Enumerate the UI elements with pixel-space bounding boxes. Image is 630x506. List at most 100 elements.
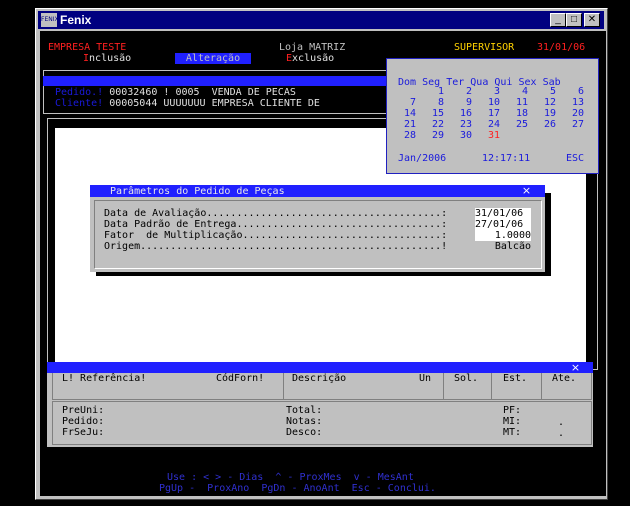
calendar-day[interactable]: 24 <box>480 119 500 130</box>
calendar-day[interactable]: 2 <box>452 86 472 97</box>
field-label-data-avaliacao: Data de Avaliação.......................… <box>104 208 448 219</box>
col-divider <box>541 373 542 399</box>
calendar-day[interactable]: 29 <box>424 130 444 141</box>
client-line: Cliente! 00005044 UUUUUUU EMPRESA CLIENT… <box>55 98 320 109</box>
field-origem[interactable]: Balcão <box>475 241 531 252</box>
label-pf: PF: <box>503 405 522 416</box>
calendar-day[interactable]: 8 <box>424 97 444 108</box>
operation-description: VENDA DE PECAS <box>211 87 296 98</box>
cliente-code: 00005044 <box>109 98 158 109</box>
label-preuni: PreUni: <box>62 405 105 416</box>
label-pedido: Pedido: <box>62 416 105 427</box>
field-fator-multiplicacao[interactable]: 1.0000 <box>475 230 531 241</box>
label-desco: Desco: <box>286 427 323 438</box>
calendar-day[interactable]: 6 <box>564 86 584 97</box>
label-mt: MT: <box>503 427 522 438</box>
mode-inclusion[interactable]: Inclusão <box>83 53 131 64</box>
value-mi: . <box>558 417 565 428</box>
minimize-button[interactable]: _ <box>550 13 566 27</box>
dialog-shadow-bottom <box>96 272 551 276</box>
calendar-time: 12:17:11 <box>482 153 531 164</box>
label-frseju: FrSeJu: <box>62 427 105 438</box>
calendar-day[interactable]: 20 <box>564 108 584 119</box>
calendar-day[interactable]: 28 <box>396 130 416 141</box>
exclusion-label: xclusão <box>292 53 335 64</box>
field-label-fator: Fator de Multiplicação..................… <box>104 230 448 241</box>
inclusion-label: nclusão <box>89 53 132 64</box>
calendar-day[interactable]: 12 <box>536 97 556 108</box>
col-header-est[interactable]: Est. <box>503 373 527 384</box>
col-header-descricao[interactable]: Descrição <box>292 373 346 384</box>
dialog-shadow-right <box>545 193 551 274</box>
field-data-entrega[interactable]: 27/01/06 <box>475 219 531 230</box>
calendar-day[interactable]: 11 <box>508 97 528 108</box>
cliente-name: UUUUUUU EMPRESA CLIENTE DE <box>163 98 320 109</box>
calendar-day[interactable]: 19 <box>536 108 556 119</box>
calendar-day[interactable]: 15 <box>424 108 444 119</box>
order-panel-bar <box>43 76 386 86</box>
field-data-avaliacao[interactable]: 31/01/06 <box>475 208 531 219</box>
title-bar[interactable] <box>38 11 604 29</box>
label-total: Total: <box>286 405 323 416</box>
dialog-title: Parâmetros do Pedido de Peças <box>110 186 285 197</box>
calendar-day-today[interactable]: 31 <box>480 130 500 141</box>
mode-exclusion[interactable]: Exclusão <box>286 53 334 64</box>
calendar-day[interactable]: 13 <box>564 97 584 108</box>
pedido-number: 00032460 <box>109 87 158 98</box>
order-line: Pedido.! 00032460 ! 0005 VENDA DE PECAS <box>55 87 296 98</box>
field-label-data-entrega: Data Padrão de Entrega..................… <box>104 219 448 230</box>
calendar-day[interactable]: 7 <box>396 97 416 108</box>
items-close-button[interactable]: × <box>570 362 581 373</box>
calendar-day[interactable]: 16 <box>452 108 472 119</box>
main-panel-shadow <box>587 175 594 363</box>
status-strip <box>47 450 593 461</box>
value-mt: . <box>558 428 565 439</box>
hint-line-2: PgUp - ProxAno PgDn - AnoAnt Esc - Concl… <box>159 483 436 494</box>
operation-code: ! 0005 <box>163 87 200 98</box>
col-divider <box>283 373 284 399</box>
dialog-close-button[interactable]: × <box>521 185 532 196</box>
store-name: Loja MATRIZ <box>279 42 346 53</box>
calendar-day[interactable]: 25 <box>508 119 528 130</box>
calendar-day[interactable]: 21 <box>396 119 416 130</box>
col-header-codforn[interactable]: CódForn! <box>216 373 264 384</box>
col-header-ate[interactable]: Ate. <box>552 373 576 384</box>
calendar-day[interactable]: 9 <box>452 97 472 108</box>
app-icon[interactable]: FENIX <box>41 13 59 27</box>
cliente-label: Cliente! <box>55 98 104 109</box>
header-date: 31/01/06 <box>537 42 586 53</box>
col-header-referencia[interactable]: L! Referência! <box>62 373 146 384</box>
field-label-origem: Origem..................................… <box>104 241 448 252</box>
user-role: SUPERVISOR <box>454 42 515 53</box>
calendar-day[interactable]: 10 <box>480 97 500 108</box>
calendar-day[interactable]: 22 <box>424 119 444 130</box>
calendar-day[interactable]: 30 <box>452 130 472 141</box>
col-header-sol[interactable]: Sol. <box>454 373 478 384</box>
calendar-day[interactable]: 14 <box>396 108 416 119</box>
calendar-day[interactable]: 18 <box>508 108 528 119</box>
calendar-day[interactable]: 1 <box>424 86 444 97</box>
col-divider <box>443 373 444 399</box>
calendar-esc-button[interactable]: ESC <box>566 153 584 164</box>
calendar-day[interactable]: 4 <box>508 86 528 97</box>
hint-line-1: Use : < > - Dias ^ - ProxMes v - MesAnt <box>167 472 414 483</box>
pedido-label: Pedido.! <box>55 87 104 98</box>
label-mi: MI: <box>503 416 522 427</box>
maximize-button[interactable]: □ <box>566 13 582 27</box>
label-notas: Notas: <box>286 416 323 427</box>
items-title-bar <box>47 362 593 373</box>
company-name: EMPRESA TESTE <box>48 42 127 53</box>
calendar-day[interactable]: 3 <box>480 86 500 97</box>
weekday-header: Dom <box>398 77 417 88</box>
col-header-un[interactable]: Un <box>419 373 431 384</box>
calendar-month: Jan/2006 <box>398 153 447 164</box>
calendar-day[interactable]: 17 <box>480 108 500 119</box>
close-button[interactable]: ✕ <box>584 13 600 27</box>
col-divider <box>491 373 492 399</box>
calendar-weekday-row: Dom Seg Ter Qua Qui Sex Sab <box>398 66 561 88</box>
calendar-day[interactable]: 5 <box>536 86 556 97</box>
mode-alteration[interactable]: Alteração <box>175 53 251 64</box>
calendar-day[interactable]: 27 <box>564 119 584 130</box>
calendar-day[interactable]: 23 <box>452 119 472 130</box>
calendar-day[interactable]: 26 <box>536 119 556 130</box>
